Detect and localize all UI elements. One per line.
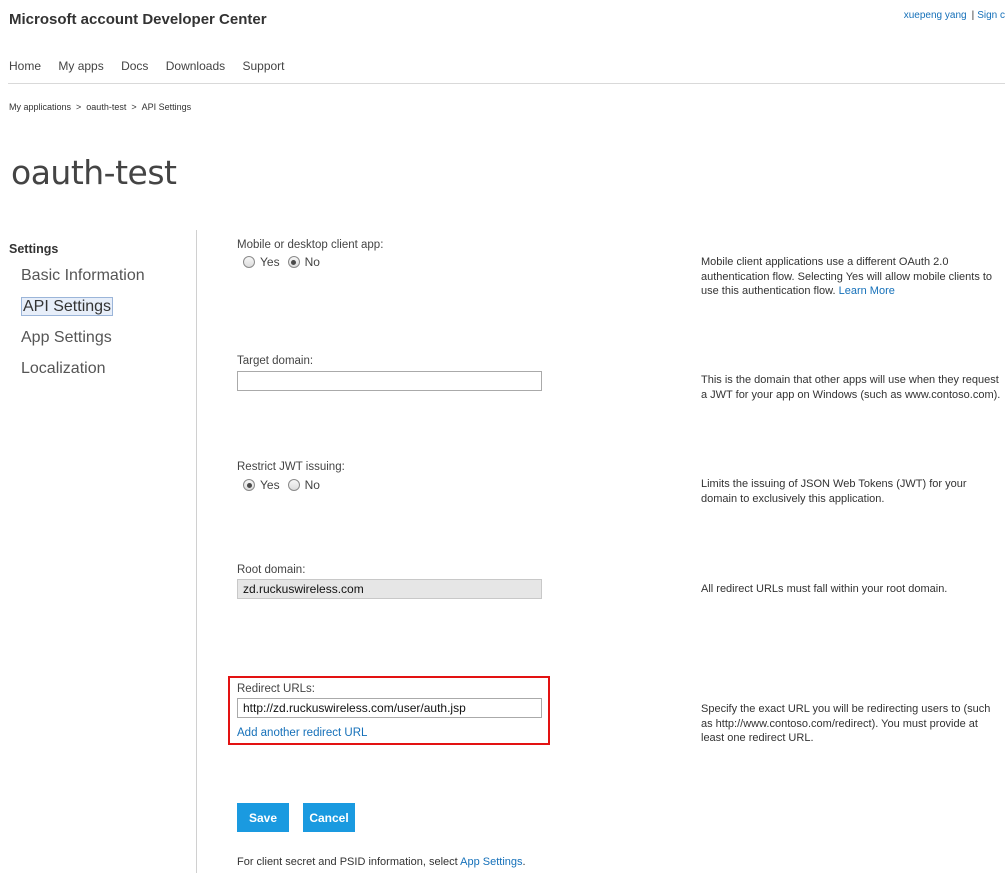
target-domain-label: Target domain: xyxy=(237,355,314,367)
restrict-jwt-radio-group: Yes No xyxy=(243,478,328,492)
user-name-link[interactable]: xuepeng yang xyxy=(904,10,967,21)
settings-sidebar: Settings Basic Information API Settings … xyxy=(9,242,145,384)
nav-home[interactable]: Home xyxy=(9,59,41,73)
mobile-client-help: Mobile client applications use a differe… xyxy=(701,255,1001,299)
target-domain-help: This is the domain that other apps will … xyxy=(701,374,1001,401)
sidebar-item-app-settings[interactable]: App Settings xyxy=(21,322,145,353)
page-title: oauth-test xyxy=(11,153,177,192)
add-redirect-url-link[interactable]: Add another redirect URL xyxy=(237,727,367,739)
breadcrumb-separator: > xyxy=(76,102,82,112)
sidebar-item-localization[interactable]: Localization xyxy=(21,353,145,384)
sidebar-divider xyxy=(196,230,197,873)
radio-label: No xyxy=(304,478,320,492)
nav-divider xyxy=(8,83,1005,84)
footer-note: For client secret and PSID information, … xyxy=(237,856,526,868)
footer-note-end: . xyxy=(522,856,526,868)
cancel-button[interactable]: Cancel xyxy=(303,803,355,832)
learn-more-link[interactable]: Learn More xyxy=(839,285,895,297)
user-bar-separator: | xyxy=(971,10,975,21)
mobile-client-yes-radio[interactable] xyxy=(243,256,255,268)
sidebar-item-api-settings[interactable]: API Settings xyxy=(21,291,145,322)
root-domain-field xyxy=(237,579,542,599)
footer-note-text: For client secret and PSID information, … xyxy=(237,856,458,868)
radio-label: Yes xyxy=(260,255,280,269)
redirect-urls-help: Specify the exact URL you will be redire… xyxy=(701,703,991,744)
sidebar-item-basic-information[interactable]: Basic Information xyxy=(21,260,145,291)
target-domain-input[interactable] xyxy=(237,371,542,391)
breadcrumb-current: API Settings xyxy=(141,102,192,112)
restrict-jwt-yes-radio[interactable] xyxy=(243,479,255,491)
nav-downloads[interactable]: Downloads xyxy=(166,59,225,73)
breadcrumb: My applications > oauth-test > API Settings xyxy=(9,102,191,112)
site-title: Microsoft account Developer Center xyxy=(9,11,267,28)
sidebar-heading: Settings xyxy=(9,242,59,256)
save-button[interactable]: Save xyxy=(237,803,289,832)
user-bar: xuepeng yang | Sign c xyxy=(904,10,1005,21)
sidebar-item-label: Basic Information xyxy=(21,267,145,284)
top-nav: Home My apps Docs Downloads Support xyxy=(9,59,299,73)
restrict-jwt-help: Limits the issuing of JSON Web Tokens (J… xyxy=(701,478,967,505)
sign-out-link[interactable]: Sign c xyxy=(977,10,1005,21)
breadcrumb-oauth-test[interactable]: oauth-test xyxy=(86,102,126,112)
breadcrumb-my-applications[interactable]: My applications xyxy=(9,102,71,112)
restrict-jwt-no-radio[interactable] xyxy=(287,479,300,491)
root-domain-help: All redirect URLs must fall within your … xyxy=(701,583,948,595)
breadcrumb-separator: > xyxy=(131,102,137,112)
nav-docs[interactable]: Docs xyxy=(121,59,148,73)
mobile-client-label: Mobile or desktop client app: xyxy=(237,239,384,251)
mobile-client-radio-group: Yes No xyxy=(243,255,328,269)
sidebar-item-label: API Settings xyxy=(21,297,114,316)
restrict-jwt-label: Restrict JWT issuing: xyxy=(237,461,345,473)
nav-my-apps[interactable]: My apps xyxy=(58,59,103,73)
nav-support[interactable]: Support xyxy=(242,59,284,73)
root-domain-label: Root domain: xyxy=(237,564,306,576)
radio-label: Yes xyxy=(260,478,280,492)
mobile-client-no-radio[interactable] xyxy=(287,256,300,268)
redirect-urls-label: Redirect URLs: xyxy=(237,683,315,695)
radio-label: No xyxy=(304,255,320,269)
app-settings-link[interactable]: App Settings xyxy=(460,856,522,868)
sidebar-item-label: Localization xyxy=(21,360,106,377)
sidebar-item-label: App Settings xyxy=(21,329,112,346)
redirect-url-input[interactable] xyxy=(237,698,542,718)
